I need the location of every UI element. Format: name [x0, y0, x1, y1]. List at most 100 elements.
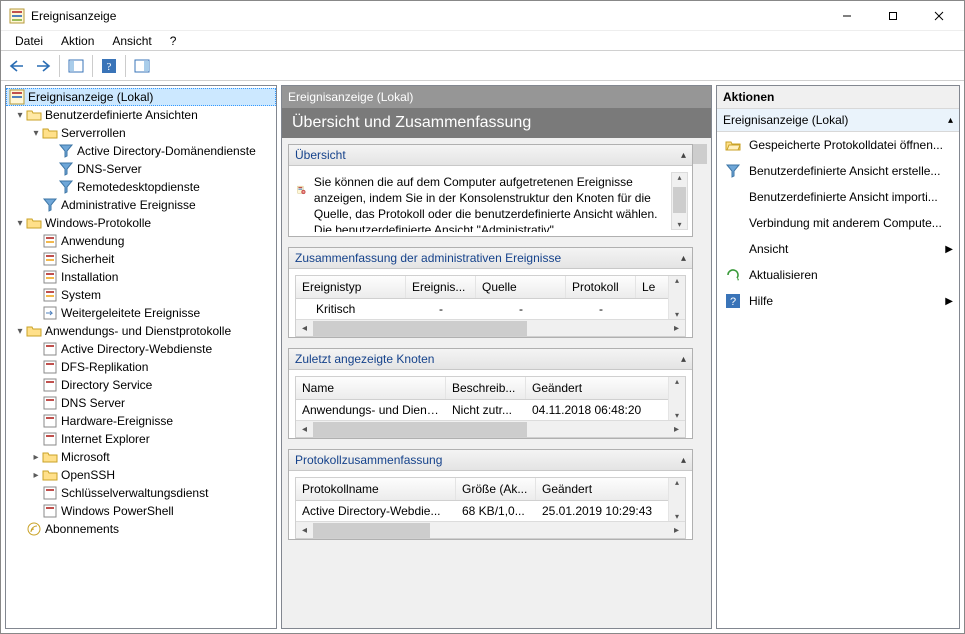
tree-adweb[interactable]: Active Directory-Webdienste [6, 340, 276, 358]
actions-subheader[interactable]: Ereignisanzeige (Lokal)▴ [717, 109, 959, 132]
expand-icon[interactable] [14, 326, 26, 337]
tree-dirsvc[interactable]: Directory Service [6, 376, 276, 394]
caret-up-icon: ▴ [681, 253, 686, 264]
tree-app[interactable]: Anwendung [6, 232, 276, 250]
tree-hw[interactable]: Hardware-Ereignisse [6, 412, 276, 430]
section-header[interactable]: Zuletzt angezeigte Knoten▴ [289, 349, 692, 370]
action-help[interactable]: ?Hilfe▶ [717, 288, 959, 314]
minimize-button[interactable] [824, 1, 870, 31]
section-header[interactable]: Zusammenfassung der administrativen Erei… [289, 248, 692, 269]
tree-fwd[interactable]: Weitergeleitete Ereignisse [6, 304, 276, 322]
tree-pane: Ereignisanzeige (Lokal) Benutzerdefinier… [5, 85, 277, 629]
center-body: Übersicht▴ ✕ Sie können die auf dem Comp… [282, 138, 711, 628]
tree-custom-views[interactable]: Benutzerdefinierte Ansichten [6, 106, 276, 124]
folder-icon [42, 449, 58, 465]
tree-keymgmt[interactable]: Schlüsselverwaltungsdienst [6, 484, 276, 502]
menu-action[interactable]: Aktion [53, 33, 102, 49]
log-icon [42, 503, 58, 519]
app-icon [9, 8, 25, 24]
action-create-view[interactable]: Benutzerdefinierte Ansicht erstelle... [717, 158, 959, 184]
tree-sec[interactable]: Sicherheit [6, 250, 276, 268]
expand-icon[interactable] [30, 452, 42, 463]
tree-admin-events[interactable]: Administrative Ereignisse [6, 196, 276, 214]
section-logsum: Protokollzusammenfassung▴ Protokollname … [288, 449, 693, 540]
tree-root[interactable]: Ereignisanzeige (Lokal) [6, 88, 276, 106]
menu-view[interactable]: Ansicht [104, 33, 159, 49]
tree-inst[interactable]: Installation [6, 268, 276, 286]
filter-icon [58, 179, 74, 195]
overview-text: Sie können die auf dem Computer aufgetre… [314, 174, 668, 232]
inner-vscroll[interactable]: ▴▾ [668, 377, 685, 420]
menu-help[interactable]: ? [162, 33, 185, 49]
folder-icon [26, 323, 42, 339]
menu-file[interactable]: Datei [7, 33, 51, 49]
table-row[interactable]: Anwendungs- und Diens... Nicht zutr... 0… [296, 400, 685, 420]
show-tree-button[interactable] [64, 54, 88, 78]
tree-openssh[interactable]: OpenSSH [6, 466, 276, 484]
tree-rds[interactable]: Remotedesktopdienste [6, 178, 276, 196]
tree-server-roles[interactable]: Serverrollen [6, 124, 276, 142]
help-icon: ? [725, 293, 741, 309]
tree-dnsserver[interactable]: DNS Server [6, 394, 276, 412]
tree-subs[interactable]: Abonnements [6, 520, 276, 538]
action-import-view[interactable]: Benutzerdefinierte Ansicht importi... [717, 184, 959, 210]
action-connect[interactable]: Verbindung mit anderem Compute... [717, 210, 959, 236]
tree-ms[interactable]: Microsoft [6, 448, 276, 466]
maximize-button[interactable] [870, 1, 916, 31]
inner-vscroll[interactable]: ▴ ▾ [671, 172, 688, 230]
expand-icon[interactable] [30, 470, 42, 481]
tree-ie[interactable]: Internet Explorer [6, 430, 276, 448]
filter-icon [42, 197, 58, 213]
action-view[interactable]: Ansicht▶ [717, 236, 959, 262]
eventvwr-icon [9, 89, 25, 105]
folder-icon [42, 125, 58, 141]
expand-icon[interactable] [14, 110, 26, 121]
table-row[interactable]: Kritisch - - - [296, 299, 685, 319]
tree-adds[interactable]: Active Directory-Domänendienste [6, 142, 276, 160]
inner-hscroll[interactable]: ◂▸ [296, 521, 685, 538]
inner-vscroll[interactable]: ▴▾ [668, 276, 685, 319]
back-button[interactable] [5, 54, 29, 78]
actions-pane: Aktionen Ereignisanzeige (Lokal)▴ Gespei… [716, 85, 960, 629]
section-header[interactable]: Übersicht▴ [289, 145, 692, 166]
open-folder-icon [725, 137, 741, 153]
table-header[interactable]: Name Beschreib... Geändert [296, 377, 685, 400]
help-button[interactable]: ? [97, 54, 121, 78]
forward-button[interactable] [31, 54, 55, 78]
tree[interactable]: Ereignisanzeige (Lokal) Benutzerdefinier… [6, 86, 276, 628]
tree-dns[interactable]: DNS-Server [6, 160, 276, 178]
subscription-icon [26, 521, 42, 537]
table-header[interactable]: Protokollname Größe (Ak... Geändert [296, 478, 685, 501]
log-icon [42, 233, 58, 249]
toolbar-separator [59, 55, 60, 77]
caret-up-icon: ▴ [681, 150, 686, 161]
show-actions-button[interactable] [130, 54, 154, 78]
tree-dfs[interactable]: DFS-Replikation [6, 358, 276, 376]
table-header[interactable]: Ereignistyp Ereignis... Quelle Protokoll… [296, 276, 685, 299]
tree-ps[interactable]: Windows PowerShell [6, 502, 276, 520]
window-title: Ereignisanzeige [31, 9, 824, 23]
filter-icon [725, 163, 741, 179]
blank-icon [725, 189, 741, 205]
section-recent: Zuletzt angezeigte Knoten▴ Name Beschrei… [288, 348, 693, 439]
titlebar: Ereignisanzeige [1, 1, 964, 31]
section-overview: Übersicht▴ ✕ Sie können die auf dem Comp… [288, 144, 693, 237]
table-row[interactable]: Active Directory-Webdie... 68 KB/1,0... … [296, 501, 685, 521]
expand-icon[interactable] [14, 218, 26, 229]
section-header[interactable]: Protokollzusammenfassung▴ [289, 450, 692, 471]
inner-hscroll[interactable]: ◂▸ [296, 319, 685, 336]
window: Ereignisanzeige Datei Aktion Ansicht ? ?… [0, 0, 965, 634]
tree-appsvc[interactable]: Anwendungs- und Dienstprotokolle [6, 322, 276, 340]
vscrollbar[interactable] [693, 144, 707, 622]
inner-hscroll[interactable]: ◂▸ [296, 420, 685, 437]
tree-win-logs[interactable]: Windows-Protokolle [6, 214, 276, 232]
close-button[interactable] [916, 1, 962, 31]
inner-vscroll[interactable]: ▴▾ [668, 478, 685, 521]
expand-icon[interactable] [30, 128, 42, 139]
action-refresh[interactable]: Aktualisieren [717, 262, 959, 288]
tree-sys[interactable]: System [6, 286, 276, 304]
action-open-log[interactable]: Gespeicherte Protokolldatei öffnen... [717, 132, 959, 158]
log-icon [42, 287, 58, 303]
center-pane: Ereignisanzeige (Lokal) Übersicht und Zu… [281, 85, 712, 629]
log-icon [42, 377, 58, 393]
